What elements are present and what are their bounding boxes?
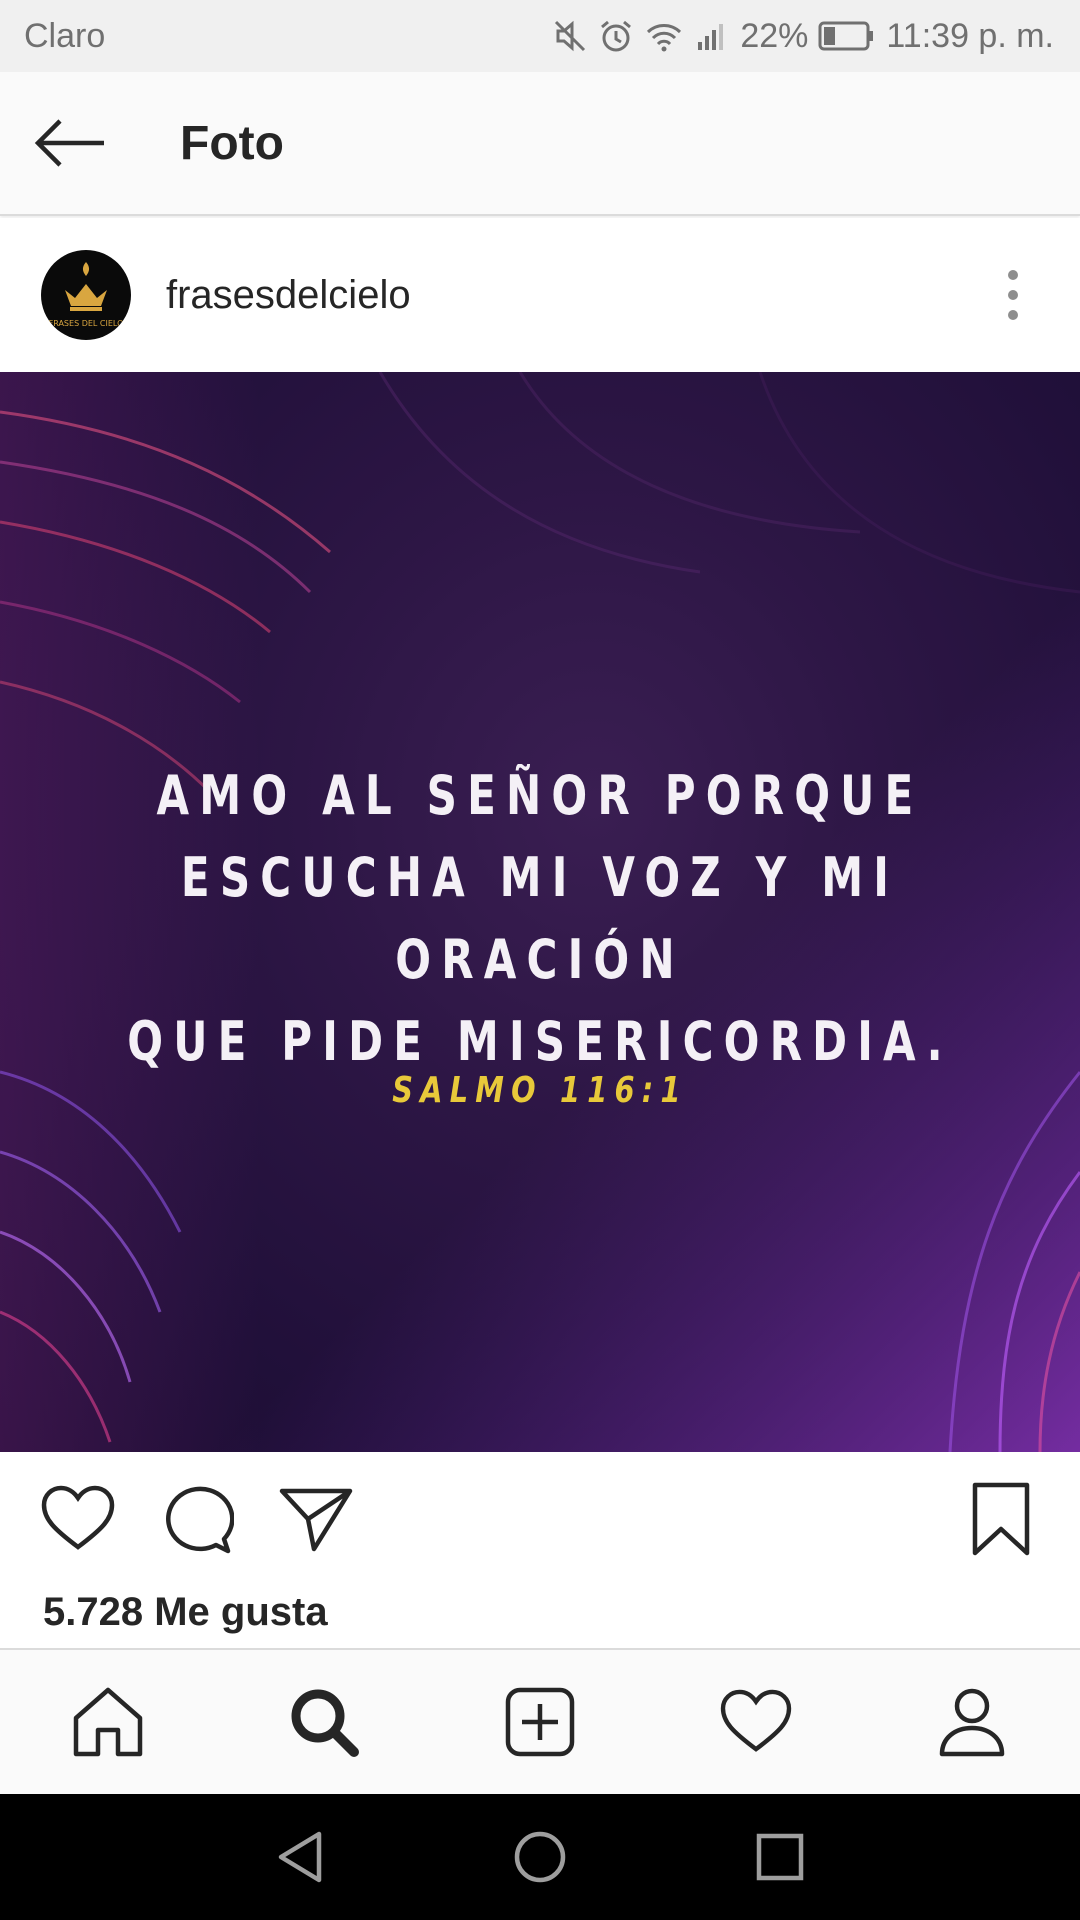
system-home-button[interactable] bbox=[485, 1802, 595, 1912]
post-actions bbox=[0, 1452, 1080, 1592]
wifi-icon bbox=[644, 18, 684, 54]
post-image[interactable]: AMO AL SEÑOR PORQUE ESCUCHA MI VOZ Y MI … bbox=[0, 372, 1080, 1452]
nav-profile[interactable] bbox=[864, 1650, 1080, 1794]
save-button[interactable] bbox=[956, 1474, 1046, 1564]
nav-new-post[interactable] bbox=[432, 1650, 648, 1794]
more-vertical-icon bbox=[1008, 270, 1018, 320]
profile-icon bbox=[939, 1688, 1005, 1757]
bookmark-icon bbox=[972, 1482, 1030, 1556]
quote-line: AMO AL SEÑOR PORQUE bbox=[156, 764, 924, 827]
page-title: Foto bbox=[180, 116, 284, 170]
alarm-icon bbox=[598, 18, 634, 54]
post-header: FRASES DEL CIELO frasesdelcielo bbox=[0, 218, 1080, 372]
search-icon bbox=[291, 1689, 359, 1757]
status-bar: Claro 22% 11:39 p. m. bbox=[0, 0, 1080, 72]
back-icon bbox=[278, 1831, 322, 1883]
status-icons: 22% 11:39 p. m. bbox=[552, 17, 1054, 56]
comment-button[interactable] bbox=[153, 1474, 243, 1564]
quote-line: ESCUCHA MI VOZ Y MI ORACIÓN bbox=[180, 846, 900, 991]
battery-icon bbox=[818, 20, 876, 52]
crown-logo-icon: FRASES DEL CIELO bbox=[49, 262, 124, 328]
signal-icon bbox=[694, 18, 730, 54]
verse-reference: SALMO 116:1 bbox=[392, 1070, 688, 1111]
new-post-icon bbox=[505, 1687, 575, 1757]
home-icon bbox=[73, 1687, 143, 1757]
nav-home[interactable] bbox=[0, 1650, 216, 1794]
more-options-button[interactable] bbox=[973, 245, 1053, 345]
system-navigation bbox=[0, 1794, 1080, 1920]
quote-text: AMO AL SEÑOR PORQUE ESCUCHA MI VOZ Y MI … bbox=[119, 755, 961, 1083]
recents-icon bbox=[756, 1833, 804, 1881]
comment-icon bbox=[166, 1486, 234, 1554]
like-button[interactable] bbox=[33, 1474, 123, 1564]
share-button[interactable] bbox=[271, 1474, 361, 1564]
activity-icon bbox=[720, 1689, 792, 1752]
heart-icon bbox=[41, 1485, 115, 1550]
system-recents-button[interactable] bbox=[725, 1802, 835, 1912]
back-button[interactable] bbox=[0, 71, 140, 215]
avatar-text: FRASES DEL CIELO bbox=[49, 319, 124, 328]
battery-percent: 22% bbox=[740, 16, 809, 55]
system-back-button[interactable] bbox=[245, 1802, 355, 1912]
avatar[interactable]: FRASES DEL CIELO bbox=[41, 250, 131, 340]
arrow-left-icon bbox=[34, 119, 104, 167]
likes-count[interactable]: 5.728 Me gusta bbox=[43, 1590, 328, 1635]
clock: 11:39 p. m. bbox=[886, 16, 1054, 55]
home-circle-icon bbox=[514, 1831, 566, 1883]
carrier-name: Claro bbox=[24, 16, 106, 55]
share-icon bbox=[279, 1488, 353, 1552]
top-app-bar: Foto bbox=[0, 72, 1080, 216]
mute-icon bbox=[552, 18, 588, 54]
bottom-navigation bbox=[0, 1648, 1080, 1794]
nav-search[interactable] bbox=[216, 1650, 432, 1794]
nav-activity[interactable] bbox=[648, 1650, 864, 1794]
post-username[interactable]: frasesdelcielo bbox=[166, 273, 973, 318]
